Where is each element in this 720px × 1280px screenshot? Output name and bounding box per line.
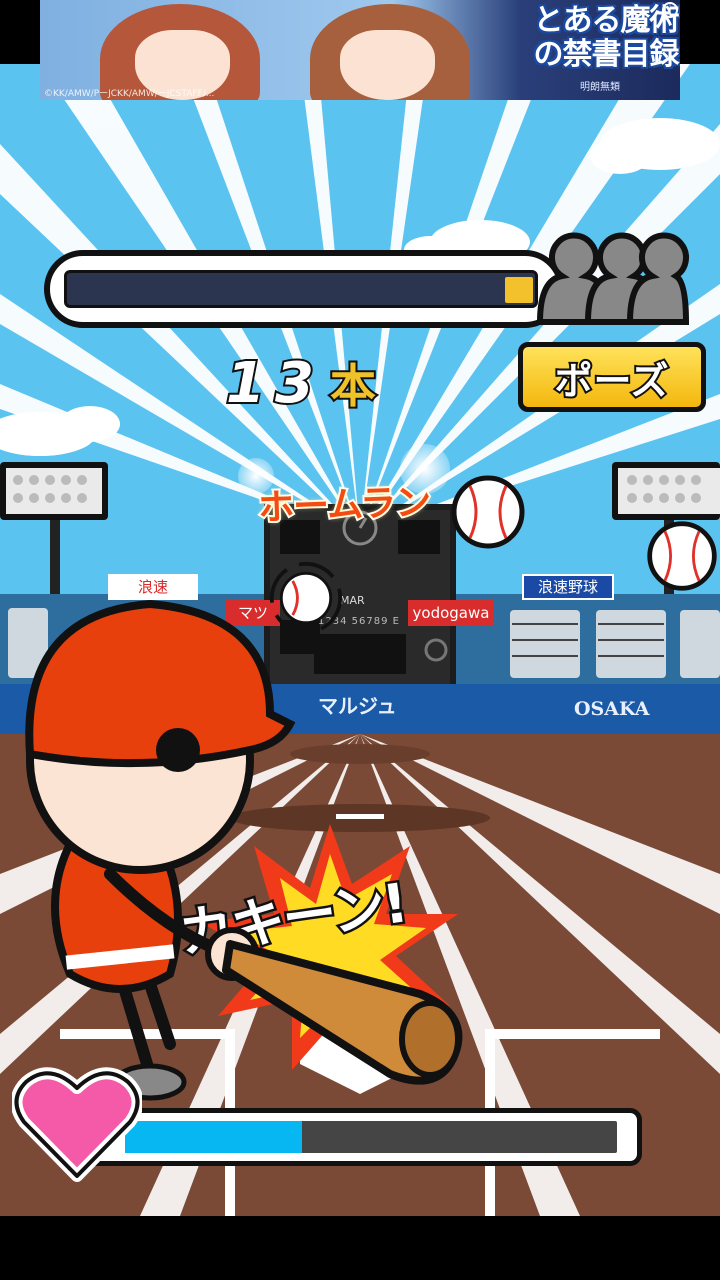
baseball-icon — [451, 475, 525, 549]
life-bar — [80, 1108, 642, 1166]
sign-right-top: 浪速野球 — [522, 574, 614, 600]
heart-icon — [12, 1067, 142, 1182]
homerun-count: 13 — [224, 349, 324, 418]
progress-track — [64, 270, 538, 308]
baseball-icon — [647, 521, 717, 591]
homerun-text: ホームラン — [255, 480, 432, 531]
life-fill — [125, 1121, 303, 1153]
ad-banner[interactable]: とある魔術の禁書目録 明朗無類 ©KK/AMW/PーJCKK/AMW/ーJCST… — [40, 0, 680, 100]
game-area[interactable]: MAR 1234 56789 E マツ yodogawa 浪速 浪速野球 マルジ… — [0, 64, 720, 1216]
crowd-icon — [536, 232, 690, 325]
homerun-counter: 13 本 — [224, 349, 378, 418]
homerun-progress-bar — [44, 250, 564, 328]
life-track — [125, 1121, 617, 1153]
pause-button[interactable]: ポーズ — [518, 342, 706, 412]
game-screen: MAR 1234 56789 E マツ yodogawa 浪速 浪速野球 マルジ… — [0, 0, 720, 1280]
ad-info-icon[interactable]: i — [662, 2, 678, 18]
pause-button-label: ポーズ — [552, 357, 670, 405]
wall-text-right: OSAKA — [574, 698, 650, 720]
ad-copyright: ©KK/AMW/PーJCKK/AMW/ーJCSTAFF/... — [44, 89, 215, 99]
ad-subtitle: 明朗無類 — [580, 82, 620, 93]
homerun-unit: 本 — [328, 357, 378, 415]
bottom-bar — [0, 1216, 720, 1280]
ad-title: とある魔術の禁書目録 — [533, 3, 680, 72]
batter-character — [25, 599, 463, 1101]
progress-fill — [505, 277, 533, 303]
